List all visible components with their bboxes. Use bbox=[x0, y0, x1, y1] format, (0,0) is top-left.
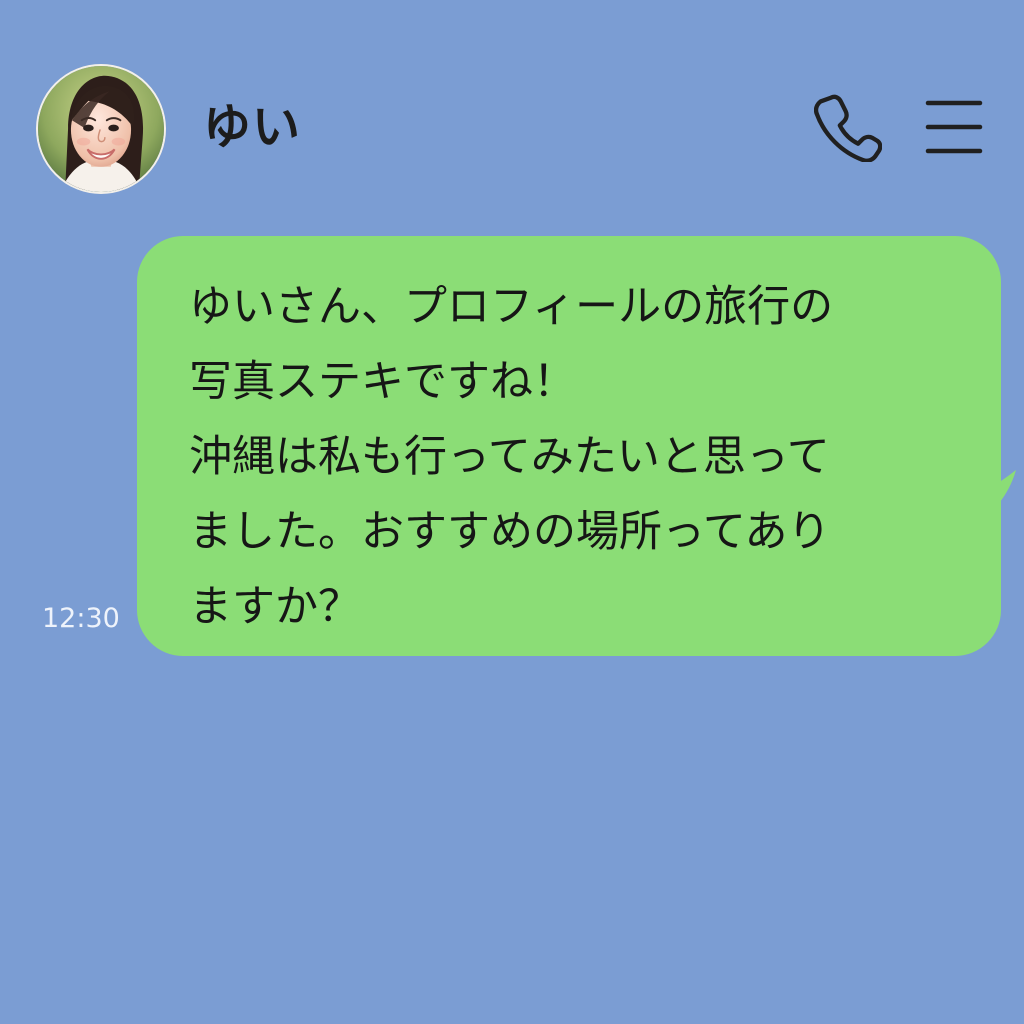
contact-avatar[interactable] bbox=[36, 64, 166, 194]
chat-header: ゆい bbox=[0, 0, 1024, 230]
message-row: 12:30 ゆいさん、プロフィールの旅行の 写真ステキですね！ 沖縄は私も行って… bbox=[0, 230, 1024, 670]
chat-area: 12:30 ゆいさん、プロフィールの旅行の 写真ステキですね！ 沖縄は私も行って… bbox=[0, 230, 1024, 1024]
message-line: 沖縄は私も行ってみたいと思って bbox=[189, 432, 830, 482]
contact-name[interactable]: ゆい bbox=[203, 98, 301, 156]
message-line: ますか？ bbox=[189, 582, 361, 632]
hamburger-menu-icon[interactable] bbox=[924, 98, 984, 156]
phone-icon[interactable] bbox=[814, 94, 882, 162]
avatar-image bbox=[38, 66, 164, 192]
message-line: 写真ステキですね！ bbox=[189, 357, 576, 407]
message-line: ました。おすすめの場所ってあり bbox=[189, 507, 831, 557]
message-text: ゆいさん、プロフィールの旅行の 写真ステキですね！ 沖縄は私も行ってみたいと思っ… bbox=[189, 270, 957, 645]
message-line: ゆいさん、プロフィールの旅行の bbox=[189, 282, 834, 332]
message-bubble[interactable]: ゆいさん、プロフィールの旅行の 写真ステキですね！ 沖縄は私も行ってみたいと思っ… bbox=[137, 236, 1001, 656]
message-timestamp: 12:30 bbox=[42, 603, 120, 634]
